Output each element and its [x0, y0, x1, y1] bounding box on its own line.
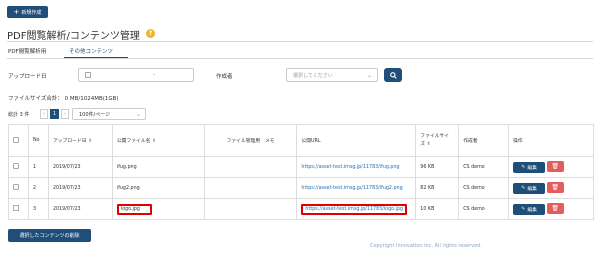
row-filename: logo.jpg [120, 206, 140, 212]
sort-icon: ⬍ [426, 141, 431, 147]
next-page-button[interactable]: › [61, 109, 69, 119]
col-upload-date[interactable]: アップロード日 ⬍ [47, 124, 113, 157]
current-page-button[interactable]: 1 [50, 109, 59, 119]
chevron-down-icon: ⌄ [135, 110, 141, 118]
row-upload-date: 2019/07/23 [47, 177, 113, 199]
chevron-down-icon: ⌄ [366, 71, 372, 79]
select-all-checkbox[interactable] [13, 136, 19, 143]
row-checkbox[interactable] [13, 163, 19, 169]
total-count: 総計 3 件 [8, 112, 30, 118]
delete-button[interactable]: 🗑 [546, 182, 564, 193]
row-filesize: 82 KB [415, 177, 460, 199]
col-creator: 作成者 [458, 124, 510, 157]
help-icon[interactable]: ? [146, 29, 155, 38]
edit-icon: ✎ [521, 186, 526, 191]
col-public-filename[interactable]: 公開ファイル名 ⬍ [111, 124, 205, 157]
upload-date-range-input[interactable]: - [78, 68, 194, 82]
sort-icon: ⬍ [88, 139, 93, 144]
col-public-url: 公開URL [296, 124, 417, 157]
delete-button[interactable]: 🗑 [546, 161, 564, 172]
edit-button[interactable]: ✎ 編集 [513, 183, 546, 194]
edit-icon: ✎ [521, 165, 526, 170]
row-creator: CS demo [458, 156, 510, 178]
row-memo [203, 177, 298, 199]
title-divider [7, 41, 593, 42]
row-upload-date: 2019/07/23 [47, 198, 113, 220]
tab-pdf-analytics[interactable]: PDF閲覧解析用 [8, 47, 46, 55]
row-public-url[interactable]: https://asset-test.imsg.jp/11783/logo.jp… [305, 207, 403, 212]
row-no: 1 [27, 156, 49, 178]
search-icon [389, 71, 397, 79]
row-creator: CS demo [458, 198, 510, 220]
row-memo [203, 156, 298, 178]
calendar-icon [85, 72, 91, 78]
row-checkbox[interactable] [13, 184, 19, 190]
row-creator: CS demo [458, 177, 510, 199]
delete-selected-button[interactable]: 選択したコンテンツの削除 [8, 229, 91, 242]
contents-table: No アップロード日 ⬍ 公開ファイル名 ⬍ ファイル管理用 メモ 公開URL … [8, 124, 594, 220]
edit-button[interactable]: ✎ 編集 [513, 162, 546, 173]
row-memo [203, 198, 298, 220]
new-button[interactable]: + 新規作成 [7, 6, 48, 18]
col-no: No [27, 124, 49, 157]
new-button-label: 新規作成 [21, 9, 42, 16]
filesize-total: ファイルサイズ合計： 0 MB/1024MB(1GB) [8, 96, 119, 102]
page-title: PDF閲覧解析/コンテンツ管理 [7, 31, 140, 42]
sort-icon: ⬍ [151, 139, 157, 144]
col-actions: 操作 [508, 124, 594, 157]
edit-button[interactable]: ✎ 編集 [513, 204, 546, 215]
copyright-text: Copyright Innovation Inc. All rights res… [370, 243, 482, 249]
col-admin-memo: ファイル管理用 メモ [203, 124, 298, 157]
trash-icon: 🗑 [551, 205, 559, 212]
table-row: 2 2019/07/23 ifug2.png https://asset-tes… [8, 177, 594, 199]
upload-date-label: アップロード日 [8, 74, 47, 80]
table-row: 1 2019/07/23 ifug.png https://asset-test… [8, 156, 594, 178]
trash-icon: 🗑 [551, 184, 559, 191]
row-no: 3 [27, 198, 49, 220]
delete-button[interactable]: 🗑 [546, 203, 564, 214]
prev-page-button[interactable]: ‹ [40, 109, 48, 119]
table-header-row: No アップロード日 ⬍ 公開ファイル名 ⬍ ファイル管理用 メモ 公開URL … [8, 124, 594, 157]
row-filesize: 10 KB [415, 198, 460, 220]
highlighted-public-url[interactable]: https://asset-test.imsg.jp/11783/logo.jp… [301, 203, 407, 215]
search-button[interactable] [384, 68, 402, 82]
highlighted-filename: logo.jpg [116, 203, 152, 215]
row-upload-date: 2019/07/23 [47, 156, 113, 178]
per-page-select[interactable]: 100件/ページ ⌄ [72, 108, 146, 120]
date-range-separator: - [153, 72, 155, 78]
table-row: 3 2019/07/23 logo.jpg https://asset-test… [8, 198, 594, 220]
creator-select[interactable]: 選択してください ⌄ [286, 68, 378, 82]
row-public-url[interactable]: https://asset-test.imsg.jp/11783/ifug.pn… [296, 156, 417, 178]
plus-icon: + [13, 7, 20, 16]
row-checkbox[interactable] [13, 205, 19, 211]
row-no: 2 [27, 177, 49, 199]
row-filename: ifug2.png [111, 177, 205, 199]
row-public-url[interactable]: https://asset-test.imsg.jp/11783/ifug2.p… [296, 177, 417, 199]
row-filesize: 96 KB [415, 156, 460, 178]
creator-select-placeholder: 選択してください [293, 72, 333, 79]
edit-icon: ✎ [521, 207, 526, 212]
trash-icon: 🗑 [551, 163, 559, 170]
col-filesize[interactable]: ファイルサイズ ⬍ [415, 124, 460, 157]
tab-other-contents[interactable]: その他コンテンツ [69, 47, 113, 55]
row-filename: ifug.png [111, 156, 205, 178]
tabs-divider [7, 58, 593, 59]
creator-label: 作成者 [216, 74, 233, 80]
